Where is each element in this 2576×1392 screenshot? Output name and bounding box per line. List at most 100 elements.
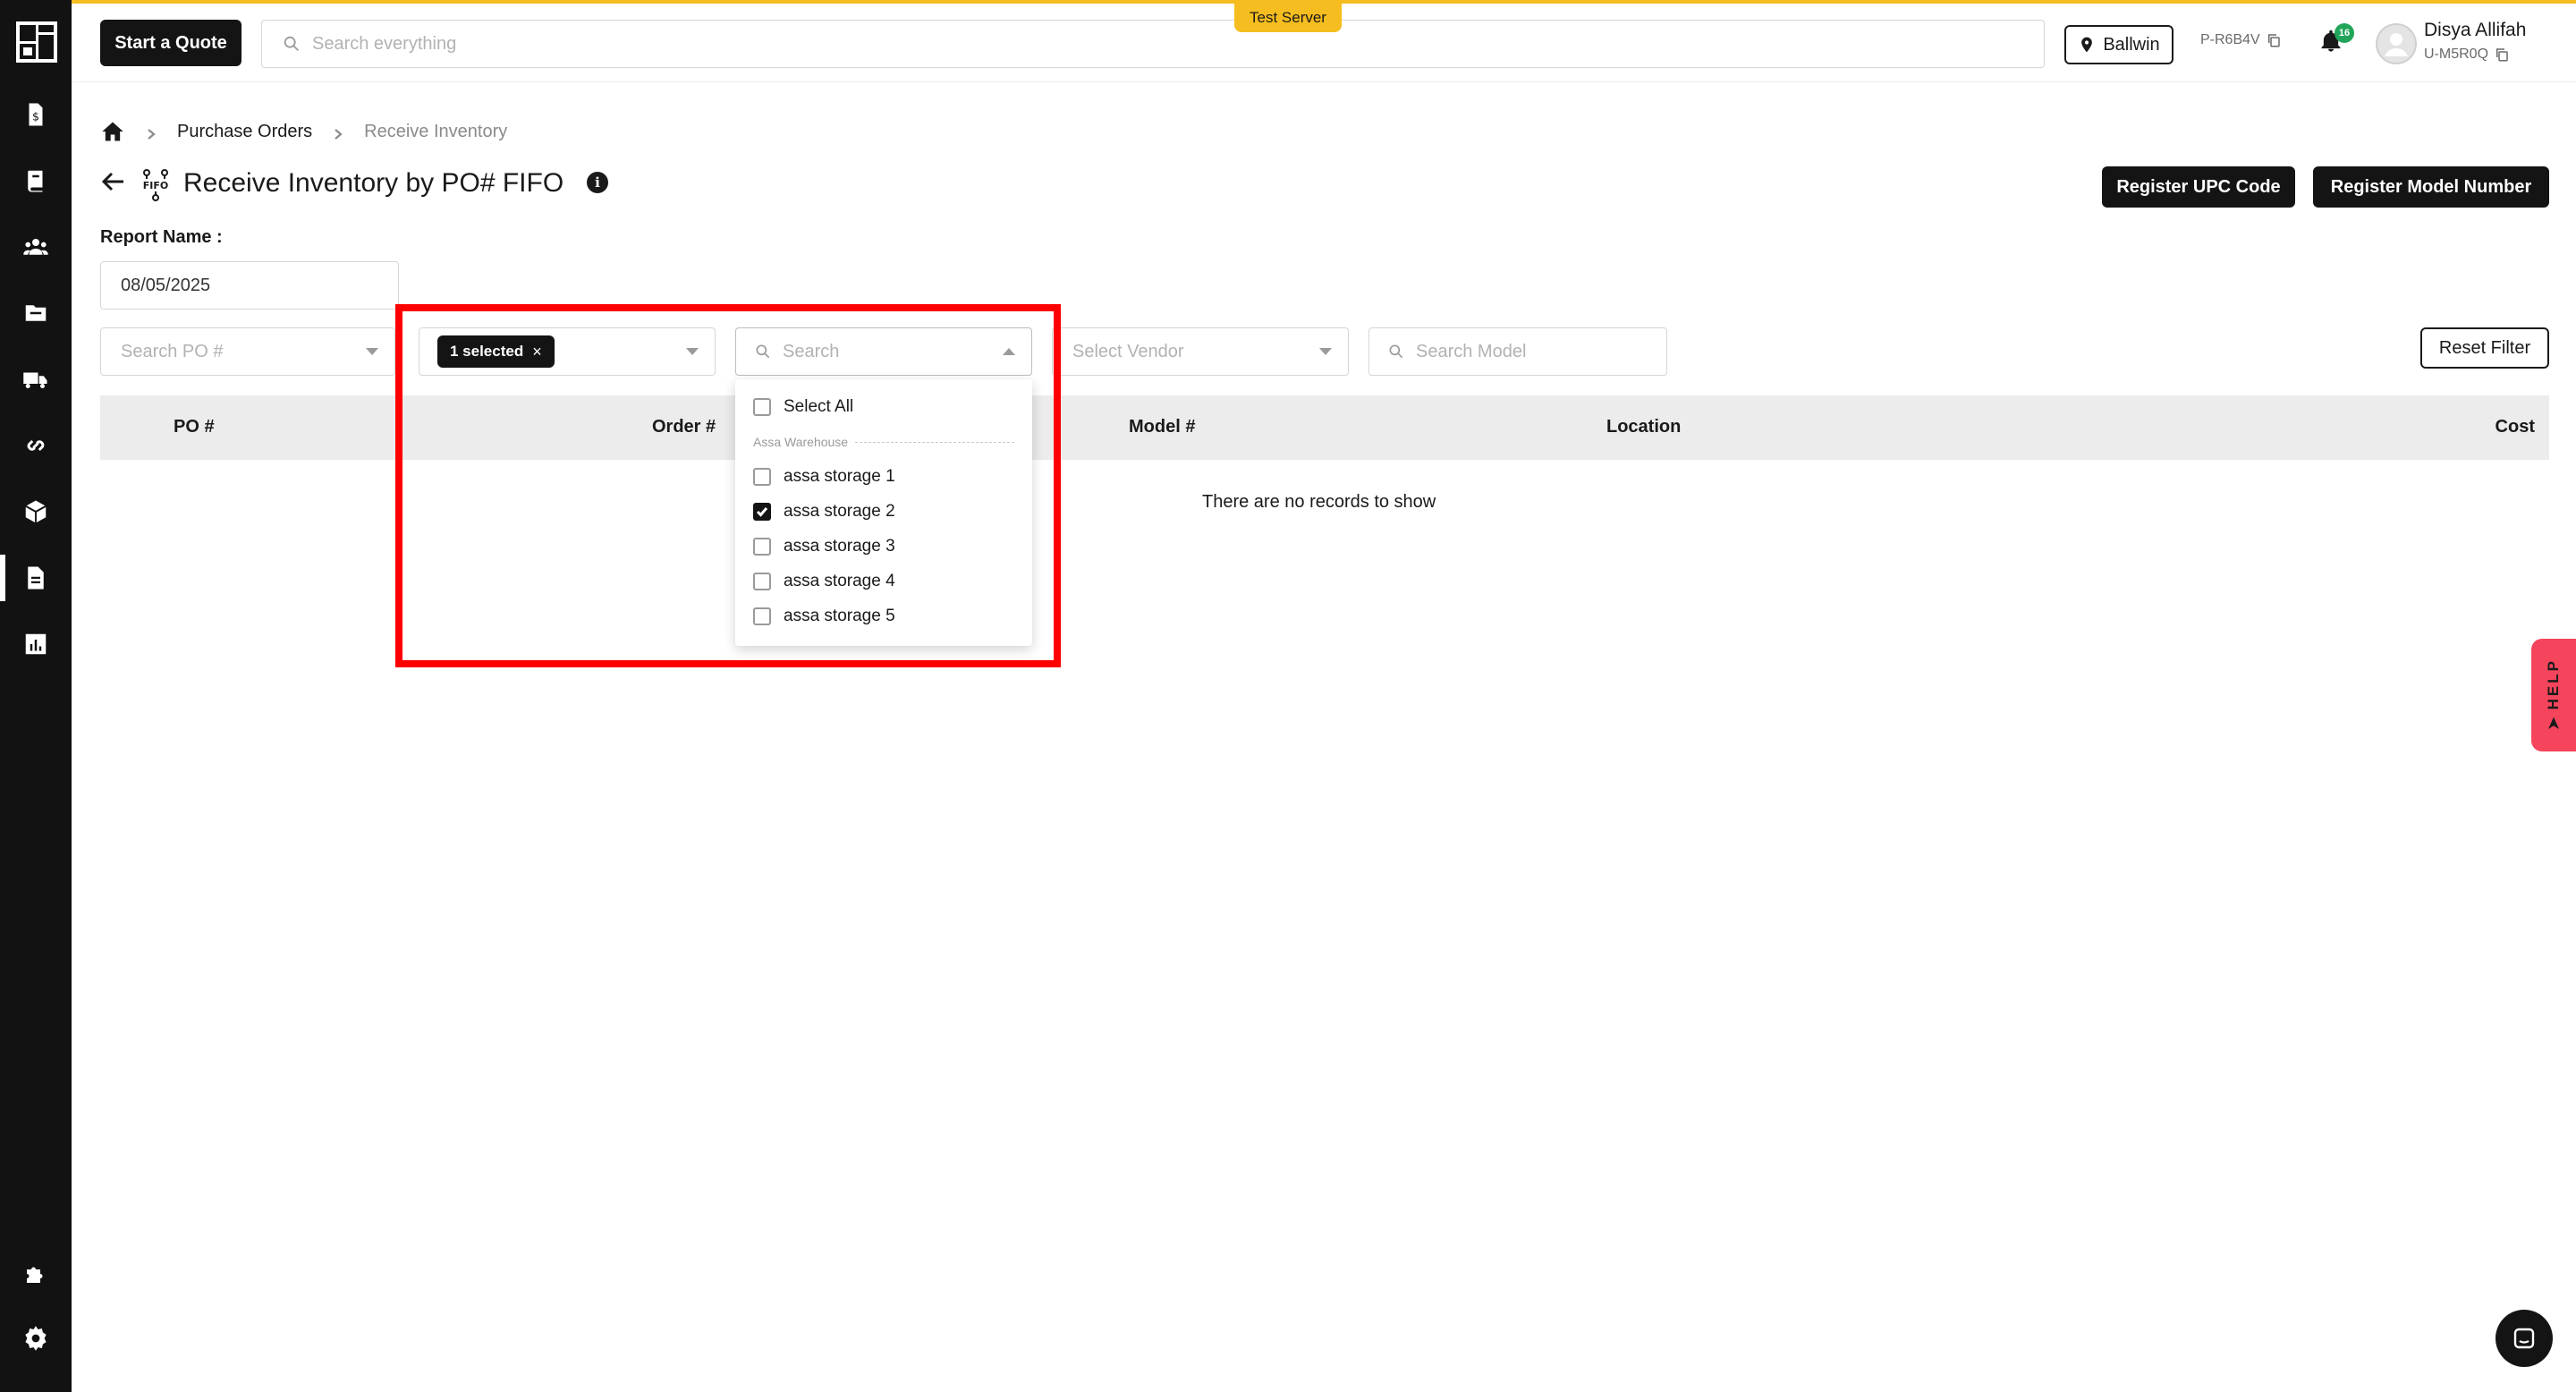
fifo-icon-label: FIFO: [143, 180, 168, 191]
copy-icon[interactable]: [2494, 47, 2510, 63]
chip-close-icon[interactable]: ×: [532, 343, 542, 361]
selected-chip-label: 1 selected: [450, 343, 524, 360]
bar-chart-icon: [25, 633, 47, 655]
search-icon: [284, 36, 299, 51]
table-header: PO # Order # Model # Location Cost: [100, 395, 2549, 460]
option-label: assa storage 4: [784, 572, 895, 590]
caret-down-icon: [366, 348, 378, 355]
location-label: Ballwin: [2103, 34, 2160, 55]
help-label: HELP: [2545, 658, 2562, 710]
document-icon: [28, 566, 44, 590]
home-icon[interactable]: [100, 119, 125, 144]
register-upc-button[interactable]: Register UPC Code: [2102, 166, 2295, 208]
option-checkbox-checked[interactable]: [753, 503, 771, 521]
chat-icon: [2513, 1328, 2535, 1349]
check-icon: [756, 507, 768, 517]
search-icon: [1389, 344, 1403, 359]
gear-icon: [25, 1326, 47, 1351]
column-model[interactable]: Model #: [1129, 417, 1195, 437]
group-label: Assa Warehouse: [753, 435, 849, 449]
caret-down-icon: [686, 348, 699, 355]
sidebar: $: [0, 0, 72, 1392]
report-name-label: Report Name :: [100, 227, 223, 247]
folder-icon: [25, 305, 47, 321]
users-icon: [23, 239, 48, 255]
global-search-input[interactable]: [312, 33, 2012, 55]
option-label: assa storage 3: [784, 537, 895, 556]
select-all-checkbox[interactable]: [753, 398, 771, 416]
option-label: assa storage 1: [784, 467, 895, 486]
user-avatar-icon: [2376, 23, 2417, 64]
top-header: Start a Quote Test Server Ballwin P-R6B4…: [72, 4, 2576, 82]
start-quote-button[interactable]: Start a Quote: [100, 20, 242, 66]
account-code-text: P-R6B4V: [2200, 32, 2260, 47]
po-filter-placeholder: Search PO #: [121, 341, 224, 361]
svg-text:$: $: [32, 109, 39, 123]
help-tab[interactable]: HELP: [2531, 639, 2576, 751]
user-code-text: U-M5R0Q: [2424, 47, 2489, 62]
account-code: P-R6B4V: [2200, 32, 2282, 48]
location-button[interactable]: Ballwin: [2064, 25, 2174, 64]
option-checkbox[interactable]: [753, 538, 771, 556]
sidebar-item-reports[interactable]: [0, 551, 72, 605]
link-icon: [27, 439, 45, 452]
storage-search-input[interactable]: [783, 341, 997, 362]
truck-icon: [23, 372, 47, 388]
arrow-left-icon: [101, 172, 123, 191]
storage-option[interactable]: assa storage 4: [753, 568, 895, 595]
avatar[interactable]: [2376, 23, 2417, 64]
column-cost[interactable]: Cost: [2496, 417, 2535, 437]
model-search-placeholder: Search Model: [1416, 341, 1527, 361]
chat-button[interactable]: [2496, 1310, 2553, 1367]
reset-filter-button[interactable]: Reset Filter: [2420, 327, 2549, 369]
notification-count-badge: 16: [2334, 23, 2354, 43]
column-po[interactable]: PO #: [174, 417, 215, 437]
storage-option[interactable]: assa storage 2: [753, 498, 895, 525]
sidebar-item-customers[interactable]: [0, 220, 72, 274]
global-search[interactable]: [261, 20, 2045, 68]
storage-option[interactable]: assa storage 3: [753, 533, 895, 560]
user-name[interactable]: Disya Allifah: [2424, 20, 2526, 41]
selected-chip: 1 selected ×: [437, 335, 555, 368]
breadcrumb-receive-inventory: Receive Inventory: [364, 121, 508, 141]
column-location[interactable]: Location: [1606, 417, 1681, 437]
register-model-button[interactable]: Register Model Number: [2313, 166, 2549, 208]
storage-option[interactable]: assa storage 5: [753, 603, 895, 630]
sidebar-item-settings[interactable]: [0, 1311, 72, 1365]
copy-icon[interactable]: [2266, 32, 2282, 48]
vendor-filter-select[interactable]: Select Vendor: [1052, 327, 1349, 376]
column-order[interactable]: Order #: [652, 417, 716, 437]
puzzle-icon: [27, 1267, 43, 1283]
breadcrumb-purchase-orders[interactable]: Purchase Orders: [177, 122, 312, 142]
sidebar-item-shipping[interactable]: [0, 352, 72, 406]
report-name-input[interactable]: [100, 261, 399, 310]
test-server-badge: Test Server: [1234, 4, 1342, 32]
sidebar-item-invoices[interactable]: $: [0, 88, 72, 141]
po-filter-select[interactable]: Search PO #: [100, 327, 395, 376]
select-all-option[interactable]: Select All: [753, 394, 853, 420]
location-filter-select[interactable]: 1 selected ×: [419, 327, 716, 376]
sidebar-item-extensions[interactable]: [0, 1247, 72, 1301]
storage-search-select[interactable]: [735, 327, 1032, 376]
app-logo-icon[interactable]: [16, 21, 57, 63]
info-icon[interactable]: i: [587, 172, 608, 193]
option-checkbox[interactable]: [753, 468, 771, 486]
group-header: Assa Warehouse: [753, 435, 1014, 449]
map-pin-icon: [2081, 37, 2093, 53]
sidebar-item-products[interactable]: [0, 485, 72, 539]
option-label: assa storage 5: [784, 607, 895, 625]
model-search-field[interactable]: Search Model: [1368, 327, 1667, 376]
search-icon: [756, 344, 770, 359]
option-checkbox[interactable]: [753, 573, 771, 590]
sidebar-item-integrations[interactable]: [0, 419, 72, 472]
back-button[interactable]: [100, 168, 129, 197]
vendor-filter-placeholder: Select Vendor: [1072, 341, 1184, 361]
caret-down-icon: [1319, 348, 1332, 355]
sidebar-item-folders[interactable]: [0, 286, 72, 340]
empty-table-message: There are no records to show: [1202, 492, 1436, 512]
option-checkbox[interactable]: [753, 607, 771, 625]
sidebar-item-analytics[interactable]: [0, 617, 72, 671]
book-icon: [28, 170, 43, 192]
storage-option[interactable]: assa storage 1: [753, 463, 895, 490]
sidebar-item-catalog[interactable]: [0, 154, 72, 208]
